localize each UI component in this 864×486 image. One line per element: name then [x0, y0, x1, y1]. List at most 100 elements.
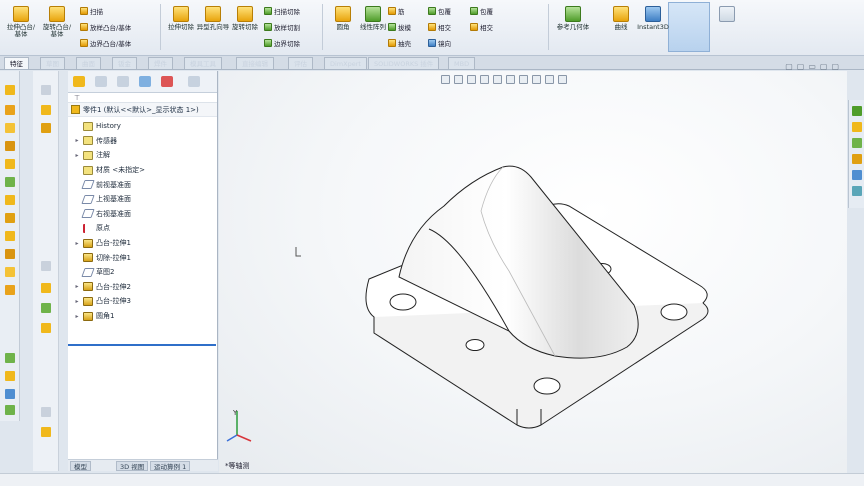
reference-geometry-button[interactable]: 参考几何体 [556, 6, 590, 46]
close-icon[interactable]: ▢ [831, 62, 839, 71]
tab-features[interactable]: 特征 [4, 57, 29, 69]
tool-icon[interactable] [41, 427, 51, 437]
quick-snap-icon[interactable] [5, 389, 15, 399]
sweep-cut-button[interactable]: 扫描切除 [264, 6, 300, 16]
minimize-icon[interactable]: ▭ [808, 62, 816, 71]
tab-sheet-metal[interactable]: 钣金 [112, 57, 137, 69]
repair-icon[interactable] [5, 371, 15, 381]
move-icon[interactable] [5, 285, 15, 295]
part-model[interactable]: Y [219, 71, 847, 473]
view-icon[interactable] [41, 85, 51, 95]
tree-node-material[interactable]: 材质 <未指定> [74, 163, 217, 178]
shell-button[interactable]: 抽壳 [388, 38, 411, 48]
rapid-sketch-icon[interactable] [5, 405, 15, 415]
tree-node-fillet1[interactable]: ▸ 圆角1 [74, 309, 217, 324]
tab-mbd[interactable]: MBD [448, 57, 476, 69]
tree-node-top-plane[interactable]: 上视基准面 [74, 192, 217, 207]
relations-icon[interactable] [5, 353, 15, 363]
tab-sketch[interactable]: 草图 [40, 57, 65, 69]
wrap2-button[interactable]: 包覆 [470, 6, 493, 16]
layer-icon[interactable] [41, 261, 51, 271]
tree-root-part[interactable]: 零件1 (默认<<默认>_显示状态 1>) [68, 103, 217, 117]
tree-node-history[interactable]: History [74, 119, 217, 134]
dimxpert-tab-icon[interactable] [139, 76, 151, 87]
rectangle-icon[interactable] [5, 123, 15, 133]
tab-dimxpert[interactable]: DimXpert [324, 57, 367, 69]
linear-pattern-button[interactable]: 线性阵列 [356, 6, 390, 46]
mirror-button[interactable]: 镜向 [428, 38, 451, 48]
feature2-icon[interactable] [41, 123, 51, 133]
tab-model[interactable]: 模型 [70, 461, 91, 471]
property-manager-tab-icon[interactable] [95, 76, 107, 87]
design-library-icon[interactable] [852, 122, 862, 132]
graphics-area[interactable]: ▢ ▢ ▭ ▢ ▢ Y *等轴测 [219, 62, 847, 473]
assembly-icon[interactable] [41, 283, 51, 293]
intersect2-button[interactable]: 相交 [470, 22, 493, 32]
tile-icon[interactable]: ▢ [785, 62, 793, 71]
tree-node-boss-extrude2[interactable]: ▸ 凸台-拉伸2 [74, 280, 217, 295]
expand-panel-icon[interactable] [188, 76, 200, 87]
boundary-button[interactable]: 边界凸台/基体 [80, 38, 131, 48]
tab-motion-study[interactable]: 运动算例 1 [150, 461, 191, 471]
tree-node-sketch2[interactable]: 草图2 [74, 265, 217, 280]
view-palette-icon[interactable] [852, 154, 862, 164]
options-icon[interactable] [41, 407, 51, 417]
instant3d-button[interactable]: Instant3D [636, 6, 670, 46]
intersect-button[interactable]: 相交 [428, 22, 451, 32]
solidworks-resources-icon[interactable] [852, 106, 862, 116]
tree-node-boss-extrude1[interactable]: ▸ 凸台-拉伸1 [74, 236, 217, 251]
feature-manager-tab-icon[interactable] [73, 76, 85, 87]
smart-dimension-icon[interactable] [5, 85, 15, 95]
tree-node-annotations[interactable]: ▸ 注解 [74, 148, 217, 163]
revolve-cut-button[interactable]: 旋转切除 [228, 6, 262, 46]
restore-icon[interactable]: ▢ [797, 62, 805, 71]
ribbon-extra-button[interactable] [710, 6, 744, 46]
maximize-icon[interactable]: ▢ [820, 62, 828, 71]
circle-icon[interactable] [5, 141, 15, 151]
tab-3d-views[interactable]: 3D 视图 [116, 461, 149, 471]
rollback-bar[interactable] [68, 344, 216, 346]
display-manager-tab-icon[interactable] [161, 76, 173, 87]
tree-node-front-plane[interactable]: 前视基准面 [74, 177, 217, 192]
draft-button[interactable]: 拔模 [388, 22, 411, 32]
wrap-button[interactable]: 包覆 [428, 6, 451, 16]
tab-direct-editing[interactable]: 直接编辑 [236, 57, 274, 69]
offset-icon[interactable] [5, 231, 15, 241]
hole-wizard-button[interactable]: 异型孔向导 [196, 6, 230, 46]
boundary-cut-button[interactable]: 边界切除 [264, 38, 300, 48]
loft-cut-button[interactable]: 放样切割 [264, 22, 300, 32]
appearances-icon[interactable] [852, 170, 862, 180]
file-explorer-icon[interactable] [852, 138, 862, 148]
tab-addins[interactable]: SOLIDWORKS 插件 [368, 57, 440, 69]
tree-node-sensors[interactable]: ▸ 传感器 [74, 134, 217, 149]
mirror-entities-icon[interactable] [5, 249, 15, 259]
tab-mold-tools[interactable]: 模具工具 [184, 57, 222, 69]
fillet-button[interactable]: 圆角 [326, 6, 360, 46]
spline-icon[interactable] [5, 177, 15, 187]
display-icon[interactable] [41, 323, 51, 333]
loft-button[interactable]: 放样凸台/基体 [80, 22, 131, 32]
configuration-manager-tab-icon[interactable] [117, 76, 129, 87]
pattern-icon[interactable] [5, 267, 15, 277]
sweep-button[interactable]: 扫描 [80, 6, 103, 16]
tree-node-right-plane[interactable]: 右视基准面 [74, 207, 217, 222]
tree-node-origin[interactable]: 原点 [74, 221, 217, 236]
curves-button[interactable]: 曲线 [604, 6, 638, 46]
tab-surfaces[interactable]: 曲面 [76, 57, 101, 69]
tab-evaluate[interactable]: 评估 [288, 57, 313, 69]
tree-node-cut-extrude1[interactable]: 切除-拉伸1 [74, 250, 217, 265]
feature-icon[interactable] [41, 105, 51, 115]
tree-node-boss-extrude3[interactable]: ▸ 凸台-拉伸3 [74, 294, 217, 309]
extrude-boss-button[interactable]: 拉伸凸台/基体 [4, 6, 38, 46]
custom-properties-icon[interactable] [852, 186, 862, 196]
tree-filter[interactable]: ⊤ [68, 93, 217, 103]
line-icon[interactable] [5, 105, 15, 115]
rib-button[interactable]: 筋 [388, 6, 405, 16]
tab-weldments[interactable]: 焊件 [148, 57, 173, 69]
arc-icon[interactable] [5, 159, 15, 169]
appearance-icon[interactable] [41, 303, 51, 313]
polygon-icon[interactable] [5, 195, 15, 205]
revolve-boss-button[interactable]: 旋转凸台/基体 [40, 6, 74, 46]
trim-icon[interactable] [5, 213, 15, 223]
extrude-cut-button[interactable]: 拉伸切除 [164, 6, 198, 46]
